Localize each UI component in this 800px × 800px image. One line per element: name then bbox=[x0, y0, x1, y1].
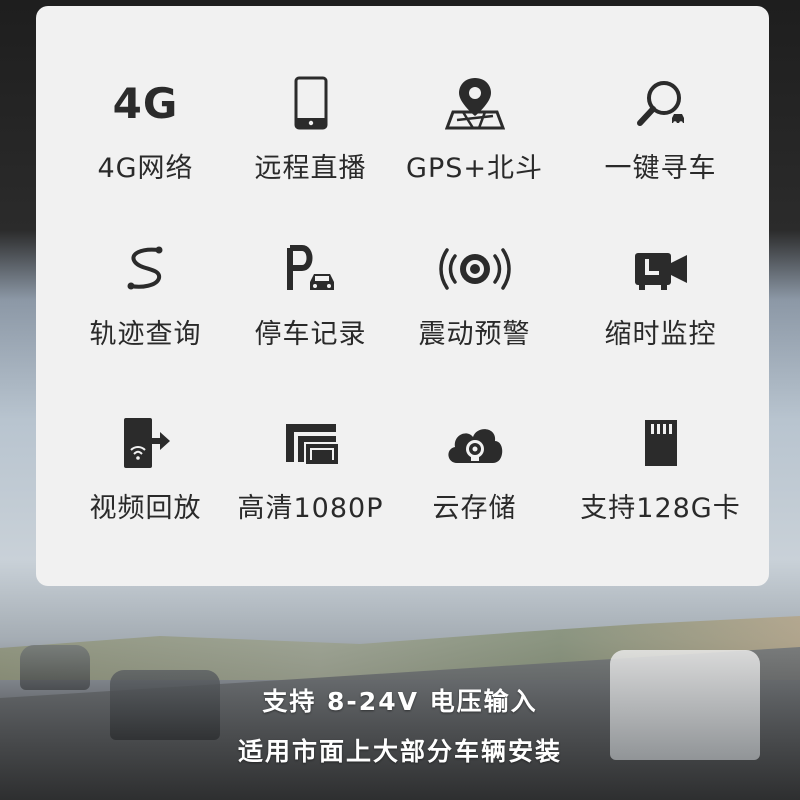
feature-parking-record: 停车记录 bbox=[219, 172, 402, 350]
feature-hd-1080p: 高清1080P bbox=[219, 346, 402, 524]
feature-4g-network: 4G 4G网络 bbox=[54, 6, 237, 185]
magnifier-car-icon bbox=[569, 76, 752, 130]
feature-remote-live: 远程直播 bbox=[219, 6, 402, 184]
phone-playback-icon bbox=[54, 416, 237, 470]
cloud-camera-icon bbox=[383, 416, 566, 470]
feature-label: 视频回放 bbox=[89, 493, 202, 524]
feature-gps-beidou: GPS+北斗 bbox=[383, 6, 566, 184]
compatibility-caption: 适用市面上大部分车辆安装 bbox=[237, 737, 562, 766]
feature-label: 支持128G卡 bbox=[580, 493, 741, 524]
map-pin-icon bbox=[383, 76, 566, 130]
vibration-icon bbox=[383, 242, 566, 296]
feature-label: 云存储 bbox=[432, 493, 517, 524]
parking-car-icon bbox=[219, 242, 402, 296]
feature-find-car: 一键寻车 bbox=[569, 6, 752, 184]
route-squiggle-icon bbox=[54, 242, 237, 296]
feature-grid: 4G 4G网络 远程直播 GPS+北斗 一键寻车 轨迹查询 停车记录 震动预警 … bbox=[36, 6, 769, 586]
sd-card-icon bbox=[569, 416, 752, 470]
voltage-caption: 支持 8-24V 电压输入 bbox=[262, 687, 538, 716]
feature-card: 4G 4G网络 远程直播 GPS+北斗 一键寻车 轨迹查询 停车记录 震动预警 … bbox=[36, 6, 769, 586]
feature-cloud-storage: 云存储 bbox=[383, 346, 566, 524]
4g-text-icon: 4G bbox=[54, 76, 237, 130]
feature-timelapse-monitor: 缩时监控 bbox=[569, 172, 752, 350]
smartphone-icon bbox=[219, 76, 402, 130]
hd-frames-icon bbox=[219, 416, 402, 470]
feature-128g-card: 支持128G卡 bbox=[569, 346, 752, 524]
4g-icon-text: 4G bbox=[112, 78, 179, 128]
timelapse-camera-icon bbox=[569, 242, 752, 296]
feature-video-playback: 视频回放 bbox=[54, 346, 237, 524]
feature-label: 高清1080P bbox=[237, 493, 384, 524]
feature-track-query: 轨迹查询 bbox=[54, 172, 237, 350]
feature-vibration-alert: 震动预警 bbox=[383, 172, 566, 350]
